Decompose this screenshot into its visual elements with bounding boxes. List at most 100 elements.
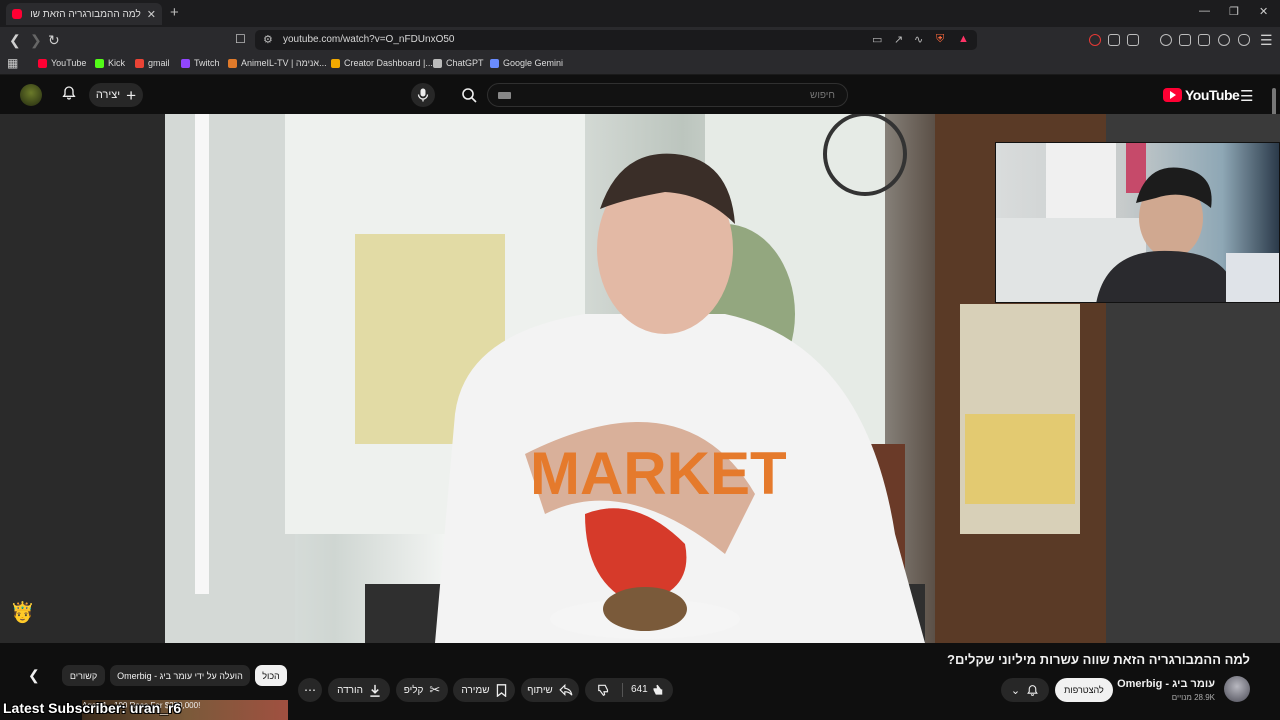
chevron-left-icon[interactable]: ❮: [28, 667, 40, 684]
back-icon[interactable]: ❮: [9, 32, 21, 49]
chatgpt-icon: [433, 58, 442, 68]
chevron-down-icon: ⌄: [1010, 684, 1021, 697]
browser-tab-strip: למה ההמבורגריה הזאת שווה עשרות מיליוני ש…: [0, 0, 1280, 27]
bookmark-youtube[interactable]: YouTube: [38, 58, 86, 68]
save-button[interactable]: שמירה: [453, 678, 515, 702]
scissors-icon: ✂: [429, 682, 441, 697]
latest-subscriber-overlay: Latest Subscriber: uran_r6: [3, 700, 182, 716]
kick-icon: [331, 58, 340, 68]
bookmark-animeil[interactable]: AnimeIL-TV | אנימה...: [228, 58, 327, 68]
bookmark-chatgpt[interactable]: ChatGPT: [433, 58, 484, 68]
channel-name[interactable]: עומר ביג - Omerbig: [1117, 678, 1215, 690]
leo-ai-icon[interactable]: [1218, 34, 1230, 46]
search-icon: [462, 88, 477, 103]
search-button[interactable]: [452, 83, 486, 107]
share-icon[interactable]: ↗: [894, 33, 903, 46]
more-actions-button[interactable]: ⋯: [298, 678, 322, 702]
voice-search-button[interactable]: [411, 83, 435, 107]
channel-avatar[interactable]: [1224, 676, 1250, 702]
keyboard-icon[interactable]: [498, 92, 511, 99]
browser-tab[interactable]: למה ההמבורגריה הזאת שווה עשרות מיליוני ש…: [6, 3, 162, 25]
dislike-button[interactable]: [597, 683, 611, 697]
like-separator: [622, 683, 623, 697]
share-button[interactable]: שיתוף: [521, 678, 579, 702]
music-icon[interactable]: [1160, 34, 1172, 46]
cast-icon[interactable]: ▭: [872, 33, 882, 46]
share-icon: [559, 683, 573, 696]
video-player[interactable]: MARKET: [165, 114, 1106, 643]
animeil-icon: [228, 58, 237, 68]
bookmark-label: Creator Dashboard |...: [344, 58, 433, 68]
browser-toolbar: ❮ ❯ ↻ ☐ ⚙ youtube.com/watch?v=O_nFDUnxO5…: [0, 27, 1280, 53]
extension-box-icon[interactable]: [1127, 34, 1139, 46]
minimize-icon[interactable]: —: [1199, 5, 1210, 17]
save-label: שמירה: [461, 684, 490, 696]
share-label: שיתוף: [527, 684, 553, 696]
subscriber-count: 28.9K מנויים: [1171, 693, 1215, 702]
bookmark-twitch[interactable]: Twitch: [181, 58, 220, 68]
search-input-box[interactable]: [487, 83, 848, 107]
youtube-masthead: יצירה + YouTube ☰: [0, 76, 1280, 114]
browser-menu-icon[interactable]: ☰: [1260, 32, 1273, 49]
bookmark-gemini[interactable]: Google Gemini: [490, 58, 563, 68]
chip-uploaded-by[interactable]: הועלה על ידי עומר ביג - Omerbig: [110, 665, 250, 686]
new-tab-icon[interactable]: +: [170, 4, 179, 21]
youtube-favicon-icon: [12, 9, 22, 19]
video-title: למה ההמבורגריה הזאת שווה עשרות מיליוני ש…: [947, 652, 1250, 667]
webcam-overlay: [995, 142, 1280, 303]
bookmark-gmail[interactable]: gmail: [135, 58, 170, 68]
download-button[interactable]: הורדה: [328, 678, 390, 702]
bookmark-icon[interactable]: ☐: [235, 32, 246, 46]
sidebar-icon[interactable]: [1179, 34, 1191, 46]
rss-icon[interactable]: ∿: [914, 33, 923, 46]
vpn-shield-icon[interactable]: [1238, 34, 1250, 46]
thumbs-up-icon: [653, 684, 663, 695]
subscribed-button[interactable]: ⌄: [1001, 678, 1049, 702]
bookmark-label: ChatGPT: [446, 58, 484, 68]
create-button[interactable]: יצירה +: [89, 83, 143, 107]
site-info-icon[interactable]: ⚙: [263, 33, 273, 46]
bookmark-label: AnimeIL-TV | אנימה...: [241, 58, 327, 68]
bell-icon: [1027, 684, 1038, 696]
bookmark-kick[interactable]: Kick: [95, 58, 125, 68]
download-label: הורדה: [337, 684, 363, 696]
clip-button[interactable]: ✂ קליפ: [396, 678, 448, 702]
more-horizontal-icon: ⋯: [304, 683, 316, 697]
brave-rewards-icon[interactable]: ▲: [958, 33, 969, 45]
brave-shield-icon[interactable]: ⛨: [936, 33, 944, 46]
youtube-logo[interactable]: YouTube: [1163, 87, 1240, 103]
extensions-icon[interactable]: [1108, 34, 1120, 46]
youtube-icon: [38, 58, 47, 68]
tab-title: למה ההמבורגריה הזאת שווה עשרות מיליוני ש…: [30, 8, 141, 20]
like-button[interactable]: [650, 683, 664, 697]
close-tab-icon[interactable]: ✕: [147, 8, 156, 21]
chip-all[interactable]: הכול: [255, 665, 287, 686]
guide-menu-icon[interactable]: ☰: [1240, 87, 1253, 105]
window-close-icon[interactable]: ✕: [1259, 5, 1268, 18]
search-input[interactable]: [488, 84, 847, 106]
join-button[interactable]: להצטרפות: [1055, 678, 1113, 702]
crown-overlay-icon: 🤴: [10, 602, 35, 624]
forward-icon[interactable]: ❯: [30, 32, 42, 49]
kick-icon: [95, 58, 104, 68]
youtube-play-icon: [1163, 88, 1182, 102]
address-bar[interactable]: ⚙ youtube.com/watch?v=O_nFDUnxO50 ▭ ↗ ∿ …: [255, 30, 977, 50]
thumbs-down-icon: [598, 684, 609, 696]
apps-grid-icon[interactable]: ▦: [7, 56, 18, 70]
bookmark-label: Google Gemini: [503, 58, 564, 68]
account-avatar[interactable]: [20, 84, 42, 106]
extension-record-icon[interactable]: [1089, 34, 1101, 46]
restore-icon[interactable]: ❐: [1229, 5, 1239, 18]
youtube-logo-text: YouTube: [1185, 87, 1240, 103]
like-count: 641: [631, 684, 648, 695]
plus-icon: +: [126, 85, 137, 105]
wallet-icon[interactable]: [1198, 34, 1210, 46]
chip-related[interactable]: קשורים: [62, 665, 105, 686]
notifications-bell-icon[interactable]: [61, 85, 77, 101]
bookmark-label: gmail: [148, 58, 170, 68]
url-text: youtube.com/watch?v=O_nFDUnxO50: [283, 34, 455, 45]
like-dislike-group: 641: [585, 678, 673, 702]
bookmark-creator-dashboard[interactable]: Creator Dashboard |...: [331, 58, 433, 68]
clip-label: קליפ: [403, 684, 424, 696]
reload-icon[interactable]: ↻: [48, 32, 60, 49]
